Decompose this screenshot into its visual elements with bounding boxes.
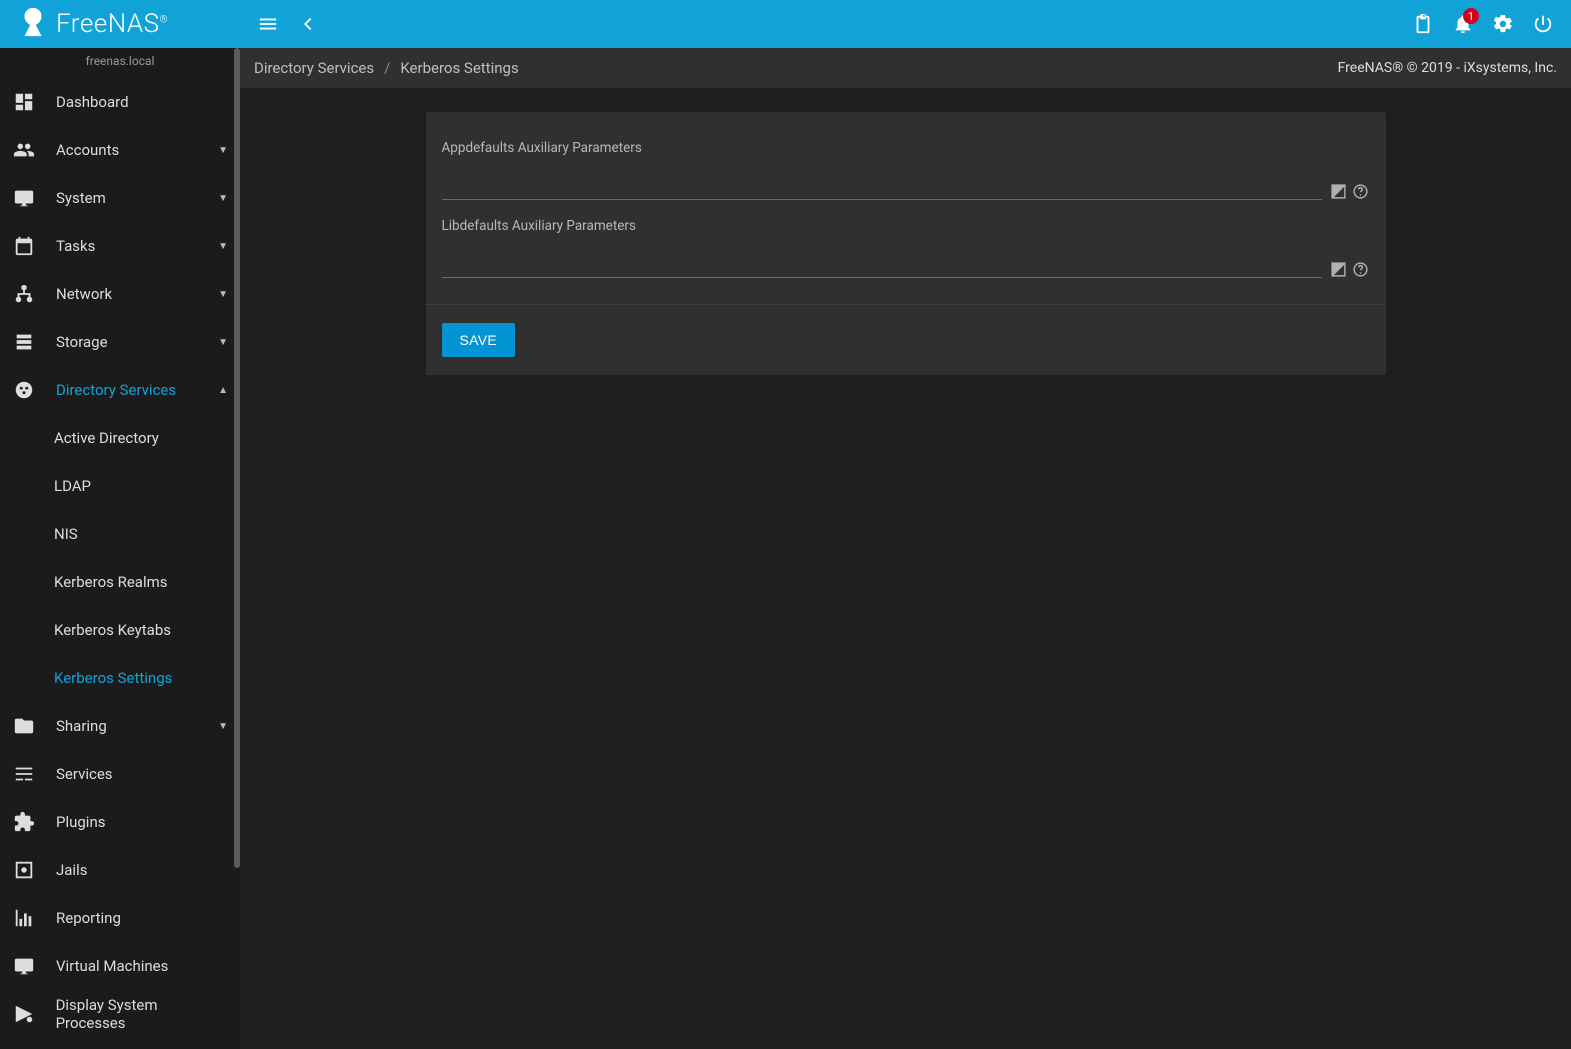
sidebar-sub-label: Kerberos Realms [54, 573, 168, 591]
save-button[interactable]: SAVE [442, 323, 516, 357]
sidebar-item-directory-services[interactable]: Directory Services ▲ [0, 366, 240, 414]
main-content: Directory Services / Kerberos Settings F… [240, 48, 1571, 1049]
help-icon[interactable] [1352, 260, 1370, 278]
sidebar-sub-label: Active Directory [54, 429, 159, 447]
sidebar: freenas.local Dashboard Accounts ▼ Syste… [0, 48, 240, 1049]
topbar: FreeNAS® 1 [0, 0, 1571, 48]
system-icon [12, 186, 36, 210]
clipboard-button[interactable] [1403, 4, 1443, 44]
sidebar-sub-nis[interactable]: NIS [0, 510, 240, 558]
notifications-button[interactable]: 1 [1443, 4, 1483, 44]
sidebar-item-label: Virtual Machines [56, 957, 168, 975]
reporting-icon [12, 906, 36, 930]
sidebar-scrollbar[interactable] [234, 48, 240, 1049]
sidebar-item-dashboard[interactable]: Dashboard [0, 78, 240, 126]
chevron-up-icon: ▲ [218, 385, 228, 396]
sidebar-sub-ldap[interactable]: LDAP [0, 462, 240, 510]
settings-button[interactable] [1483, 4, 1523, 44]
plugins-icon [12, 810, 36, 834]
sidebar-item-label: Accounts [56, 141, 119, 159]
sidebar-sub-active-directory[interactable]: Active Directory [0, 414, 240, 462]
hostname-label: freenas.local [0, 48, 240, 78]
sidebar-scroll-thumb[interactable] [234, 48, 240, 868]
sidebar-item-label: Directory Services [56, 381, 176, 399]
field-label: Libdefaults Auxiliary Parameters [442, 218, 1370, 234]
sidebar-sub-kerberos-realms[interactable]: Kerberos Realms [0, 558, 240, 606]
sidebar-item-accounts[interactable]: Accounts ▼ [0, 126, 240, 174]
sidebar-item-label: Storage [56, 333, 108, 351]
back-button[interactable] [288, 4, 328, 44]
field-label: Appdefaults Auxiliary Parameters [442, 140, 1370, 156]
directory-services-icon [12, 378, 36, 402]
breadcrumb-separator: / [384, 59, 390, 77]
sidebar-sub-kerberos-settings[interactable]: Kerberos Settings [0, 654, 240, 702]
sidebar-item-label: Dashboard [56, 93, 129, 111]
sidebar-item-label: Jails [56, 861, 87, 879]
sidebar-sub-label: NIS [54, 525, 78, 543]
sidebar-item-label: Reporting [56, 909, 121, 927]
sidebar-sub-kerberos-keytabs[interactable]: Kerberos Keytabs [0, 606, 240, 654]
processes-icon [12, 1002, 36, 1026]
sidebar-item-label: Tasks [56, 237, 95, 255]
dashboard-icon [12, 90, 36, 114]
virtual-machines-icon [12, 954, 36, 978]
chevron-down-icon: ▼ [218, 241, 228, 252]
settings-card: Appdefaults Auxiliary Parameters Libdefa… [426, 112, 1386, 375]
network-icon [12, 282, 36, 306]
sidebar-sub-label: Kerberos Settings [54, 669, 172, 687]
chevron-down-icon: ▼ [218, 337, 228, 348]
breadcrumb-root[interactable]: Directory Services [254, 59, 374, 77]
chevron-down-icon: ▼ [218, 193, 228, 204]
storage-icon [12, 330, 36, 354]
power-button[interactable] [1523, 4, 1563, 44]
jails-icon [12, 858, 36, 882]
sidebar-item-reporting[interactable]: Reporting [0, 894, 240, 942]
menu-toggle-button[interactable] [248, 4, 288, 44]
copyright-label: FreeNAS® © 2019 - iXsystems, Inc. [1338, 60, 1557, 76]
exposure-icon[interactable] [1330, 182, 1348, 200]
brand-logo-icon [16, 5, 50, 43]
sidebar-item-label: System [56, 189, 106, 207]
sidebar-item-services[interactable]: Services [0, 750, 240, 798]
sidebar-item-label: Plugins [56, 813, 105, 831]
brand-name: FreeNAS® [56, 9, 168, 39]
sidebar-item-network[interactable]: Network ▼ [0, 270, 240, 318]
sidebar-item-label: Display System Processes [56, 996, 228, 1032]
sidebar-item-label: Network [56, 285, 112, 303]
breadcrumb-bar: Directory Services / Kerberos Settings F… [240, 48, 1571, 88]
accounts-icon [12, 138, 36, 162]
sidebar-item-display-processes[interactable]: Display System Processes [0, 990, 240, 1038]
breadcrumb-current: Kerberos Settings [400, 59, 518, 77]
exposure-icon[interactable] [1330, 260, 1348, 278]
libdefaults-input[interactable] [442, 256, 1322, 278]
tasks-icon [12, 234, 36, 258]
brand-block: FreeNAS® [8, 5, 248, 43]
sidebar-item-storage[interactable]: Storage ▼ [0, 318, 240, 366]
sidebar-item-label: Services [56, 765, 113, 783]
chevron-down-icon: ▼ [218, 145, 228, 156]
field-libdefaults: Libdefaults Auxiliary Parameters [442, 206, 1370, 284]
sidebar-item-jails[interactable]: Jails [0, 846, 240, 894]
chevron-down-icon: ▼ [218, 289, 228, 300]
sidebar-item-virtual-machines[interactable]: Virtual Machines [0, 942, 240, 990]
chevron-down-icon: ▼ [218, 721, 228, 732]
notification-badge: 1 [1463, 8, 1479, 24]
field-appdefaults: Appdefaults Auxiliary Parameters [442, 128, 1370, 206]
help-icon[interactable] [1352, 182, 1370, 200]
sharing-icon [12, 714, 36, 738]
sidebar-sub-label: LDAP [54, 477, 91, 495]
sidebar-item-tasks[interactable]: Tasks ▼ [0, 222, 240, 270]
sidebar-item-sharing[interactable]: Sharing ▼ [0, 702, 240, 750]
sidebar-item-system[interactable]: System ▼ [0, 174, 240, 222]
sidebar-item-plugins[interactable]: Plugins [0, 798, 240, 846]
appdefaults-input[interactable] [442, 178, 1322, 200]
sidebar-item-label: Sharing [56, 717, 107, 735]
services-icon [12, 762, 36, 786]
sidebar-sub-label: Kerberos Keytabs [54, 621, 171, 639]
